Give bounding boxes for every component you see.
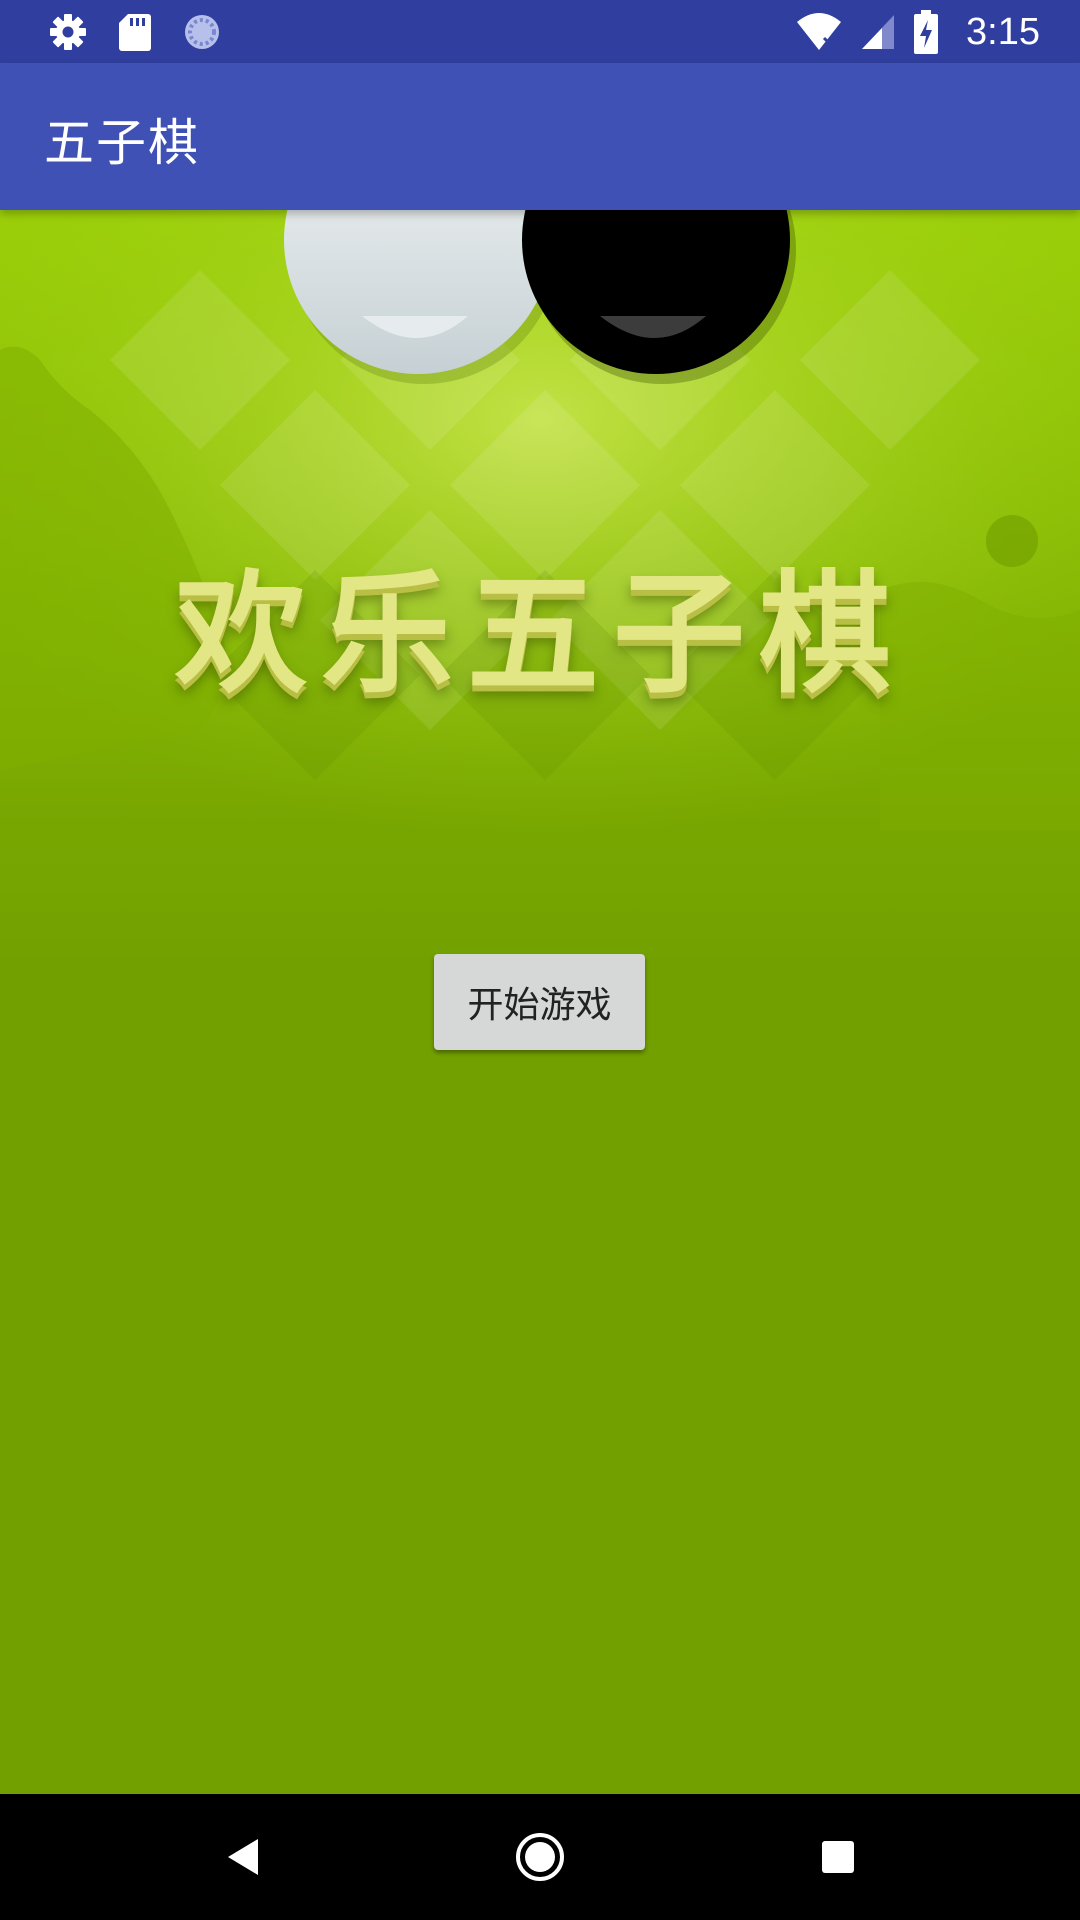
main-content: 欢乐五子棋 开始游戏 (0, 210, 1080, 1794)
home-icon[interactable] (510, 1827, 570, 1887)
app-bar: 五子棋 (0, 63, 1080, 210)
start-game-button[interactable]: 开始游戏 (434, 954, 645, 1050)
screen: 3:15 五子棋 欢乐五子棋 开始游戏 (0, 0, 1080, 1920)
status-bar: 3:15 (0, 0, 1080, 63)
status-left (48, 12, 222, 52)
settings-icon (48, 12, 88, 52)
battery-charging-icon (914, 10, 939, 54)
banner-title: 欢乐五子棋 (175, 558, 905, 712)
app-title: 五子棋 (44, 114, 200, 172)
cell-signal-icon (860, 13, 896, 51)
nav-bar (0, 1794, 1080, 1920)
recents-icon[interactable] (808, 1827, 868, 1887)
sd-card-icon (118, 12, 152, 52)
wifi-icon (796, 12, 842, 52)
sync-icon (182, 12, 222, 52)
status-time: 3:15 (966, 10, 1040, 53)
status-right: 3:15 (796, 8, 1040, 56)
back-icon[interactable] (212, 1827, 272, 1887)
